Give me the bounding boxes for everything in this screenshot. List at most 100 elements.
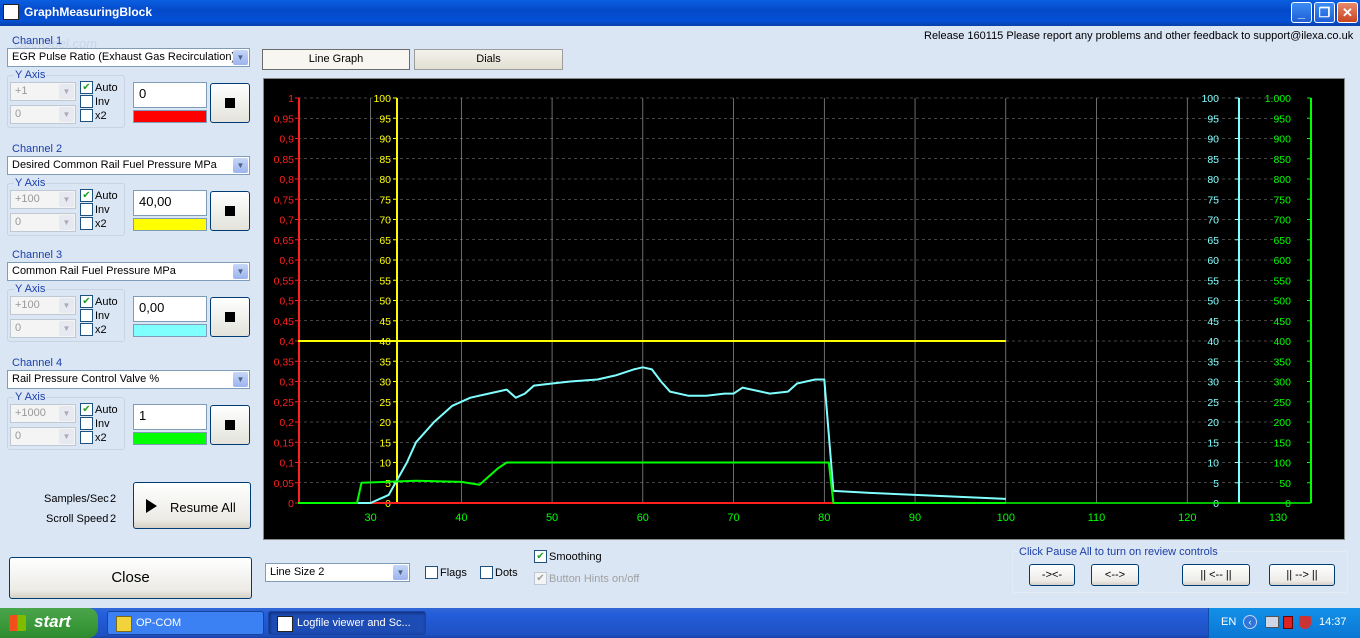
- network-icon[interactable]: [1265, 616, 1279, 628]
- chevron-down-icon: ▼: [393, 565, 408, 580]
- taskbar-item-opcom[interactable]: OP-COM: [107, 611, 264, 635]
- x2-checkbox[interactable]: [80, 323, 93, 336]
- channel-stop-button[interactable]: [210, 297, 250, 337]
- smoothing-checkbox[interactable]: ✔: [534, 550, 547, 563]
- taskbar-item-logfile-viewer[interactable]: Logfile viewer and Sc...: [268, 611, 426, 635]
- start-button[interactable]: start: [0, 608, 98, 638]
- security-icon[interactable]: [1283, 616, 1293, 629]
- close-button[interactable]: Close: [9, 557, 252, 599]
- channel-value: 0: [133, 82, 207, 108]
- inv-label: Inv: [95, 96, 110, 108]
- y-tick-label: 1.000: [1265, 93, 1291, 105]
- scroll-forward-button[interactable]: || --> ||: [1269, 564, 1335, 586]
- inv-checkbox[interactable]: [80, 417, 93, 430]
- inv-label: Inv: [95, 418, 110, 430]
- button-hints-checkbox[interactable]: ✔: [534, 572, 547, 585]
- y-tick-label: 90: [1207, 134, 1219, 146]
- chevron-left-icon[interactable]: ‹: [1243, 615, 1257, 629]
- x2-checkbox[interactable]: [80, 431, 93, 444]
- y-axis-min-select[interactable]: 0 ▼: [10, 427, 76, 446]
- channel-stop-button[interactable]: [210, 191, 250, 231]
- channel-signal-select[interactable]: Desired Common Rail Fuel Pressure MPa ▼: [7, 156, 250, 175]
- auto-checkbox[interactable]: ✔: [80, 81, 93, 94]
- y-tick-label: 5: [1213, 478, 1219, 490]
- scroll-speed-label: Scroll Speed: [46, 513, 109, 525]
- channel-color-swatch[interactable]: [133, 324, 207, 337]
- channel-color-swatch[interactable]: [133, 432, 207, 445]
- auto-label: Auto: [95, 296, 118, 308]
- y-axis-min-select[interactable]: 0 ▼: [10, 213, 76, 232]
- channel-signal-select[interactable]: Common Rail Fuel Pressure MPa ▼: [7, 262, 250, 281]
- inv-checkbox[interactable]: [80, 95, 93, 108]
- y-tick-label: 85: [379, 154, 391, 166]
- auto-checkbox[interactable]: ✔: [80, 189, 93, 202]
- close-window-button[interactable]: ✕: [1337, 2, 1358, 23]
- channel-stop-button[interactable]: [210, 405, 250, 445]
- y-tick-label: 95: [379, 113, 391, 125]
- y-tick-label: 60: [1207, 255, 1219, 267]
- channel-color-swatch[interactable]: [133, 218, 207, 231]
- channel-color-swatch[interactable]: [133, 110, 207, 123]
- y-axis-label: Y Axis: [14, 391, 47, 403]
- y-tick-label: 150: [1273, 437, 1291, 449]
- channel-signal-value: Common Rail Fuel Pressure MPa: [12, 265, 176, 277]
- channel-signal-select[interactable]: Rail Pressure Control Valve % ▼: [7, 370, 250, 389]
- y-tick-label: 0,35: [274, 356, 295, 368]
- minimize-button[interactable]: _: [1291, 2, 1312, 23]
- y-tick-label: 950: [1273, 113, 1291, 125]
- x2-checkbox[interactable]: [80, 109, 93, 122]
- x2-checkbox[interactable]: [80, 217, 93, 230]
- opcom-icon: [116, 616, 132, 632]
- inv-checkbox[interactable]: [80, 203, 93, 216]
- chevron-down-icon: ▼: [233, 50, 248, 65]
- y-axis-max-value: +1000: [15, 407, 46, 419]
- channel-signal-select[interactable]: EGR Pulse Ratio (Exhaust Gas Recirculati…: [7, 48, 250, 67]
- tab-dials[interactable]: Dials: [414, 49, 563, 70]
- y-axis-max-select[interactable]: +1 ▼: [10, 82, 76, 101]
- inv-checkbox[interactable]: [80, 309, 93, 322]
- y-tick-label: 350: [1273, 356, 1291, 368]
- chevron-down-icon: ▼: [233, 372, 248, 387]
- y-tick-label: 0,5: [279, 296, 294, 308]
- y-tick-label: 0,55: [274, 275, 295, 287]
- scroll-back-button[interactable]: || <-- ||: [1182, 564, 1250, 586]
- y-axis-min-select[interactable]: 0 ▼: [10, 105, 76, 124]
- y-tick-label: 90: [379, 134, 391, 146]
- y-tick-label: 300: [1273, 377, 1291, 389]
- y-axis-max-select[interactable]: +100 ▼: [10, 296, 76, 315]
- y-tick-label: 20: [1207, 417, 1219, 429]
- x-tick-label: 40: [455, 512, 467, 524]
- flags-checkbox[interactable]: [425, 566, 438, 579]
- tab-line-graph[interactable]: Line Graph: [262, 49, 410, 70]
- language-indicator[interactable]: EN: [1221, 616, 1236, 628]
- y-axis-max-select[interactable]: +1000 ▼: [10, 404, 76, 423]
- auto-checkbox[interactable]: ✔: [80, 403, 93, 416]
- dots-checkbox[interactable]: [480, 566, 493, 579]
- chevron-down-icon: ▼: [59, 215, 74, 230]
- y-axis-min-select[interactable]: 0 ▼: [10, 319, 76, 338]
- line-size-select[interactable]: Line Size 2 ▼: [265, 563, 410, 582]
- y-tick-label: 450: [1273, 316, 1291, 328]
- clock: 14:37: [1319, 616, 1347, 628]
- y-tick-label: 5: [385, 478, 391, 490]
- y-axis-max-select[interactable]: +100 ▼: [10, 190, 76, 209]
- maximize-button[interactable]: ❐: [1314, 2, 1335, 23]
- y-tick-label: 65: [379, 235, 391, 247]
- y-tick-label: 0,45: [274, 316, 295, 328]
- chevron-down-icon: ▼: [59, 298, 74, 313]
- y-tick-label: 0,85: [274, 154, 295, 166]
- zoom-in-button[interactable]: -><-: [1029, 564, 1075, 586]
- y-axis-max-value: +100: [15, 299, 40, 311]
- resume-all-button[interactable]: Resume All: [133, 482, 251, 529]
- y-tick-label: 75: [379, 194, 391, 206]
- x-tick-label: 110: [1088, 512, 1106, 524]
- auto-checkbox[interactable]: ✔: [80, 295, 93, 308]
- channel-stop-button[interactable]: [210, 83, 250, 123]
- y-tick-label: 400: [1273, 336, 1291, 348]
- x-tick-label: 80: [818, 512, 830, 524]
- antivirus-shield-icon[interactable]: [1299, 616, 1311, 629]
- zoom-out-button[interactable]: <-->: [1091, 564, 1139, 586]
- y-tick-label: 60: [379, 255, 391, 267]
- resume-all-label: Resume All: [170, 500, 236, 515]
- inv-label: Inv: [95, 204, 110, 216]
